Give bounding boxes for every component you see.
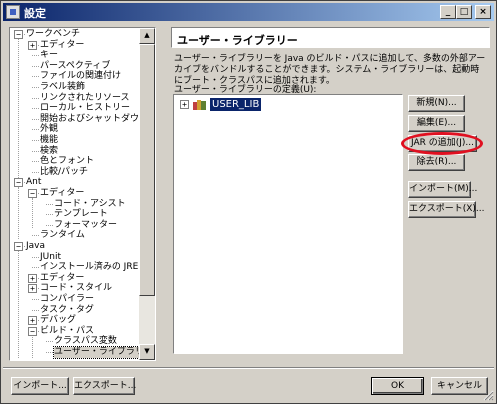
tree-node[interactable]: Ant <box>26 177 41 188</box>
preferences-tree[interactable]: ワークベンチ − エディター + キー パースペクティブ ファイルの関連付け ラベル装飾 リンク… <box>9 27 156 361</box>
tree-connector <box>32 256 39 258</box>
tree-guide <box>18 250 19 358</box>
title-bar[interactable]: 設定 _ □ × <box>3 3 494 21</box>
close-button[interactable]: × <box>475 5 491 19</box>
tree-node[interactable]: デバッグ <box>40 315 76 326</box>
tree-connector <box>46 214 53 216</box>
tree-node[interactable]: ローカル・ヒストリー <box>40 103 130 114</box>
tree-node[interactable]: 色とフォント <box>40 156 94 167</box>
scroll-up-button[interactable]: ▲ <box>139 28 155 44</box>
user-library-list[interactable]: + USER_LIB <box>173 94 403 354</box>
expand-icon[interactable]: + <box>180 100 189 109</box>
tree-node[interactable]: エディター <box>40 40 84 51</box>
tree-node[interactable]: コンパイラー <box>40 294 94 305</box>
cancel-button[interactable]: キャンセル <box>431 377 488 395</box>
library-icon <box>193 99 207 110</box>
preferences-window: 設定 _ □ × ワークベンチ − エディター + キー パースペクティブ ファイルの関連付… <box>0 0 497 404</box>
tree-connector <box>32 161 39 163</box>
tree-node[interactable]: ラベル装飾 <box>40 82 85 93</box>
tree-guide <box>18 187 19 239</box>
tree-node[interactable]: JUnit <box>40 252 61 263</box>
tree-connector <box>32 140 39 141</box>
collapse-icon[interactable]: − <box>14 242 23 251</box>
tree-connector <box>32 235 39 237</box>
window-title: 設定 <box>24 7 46 20</box>
tree-node[interactable]: エディター <box>40 188 84 199</box>
tree-guide <box>18 37 19 178</box>
collapse-icon[interactable]: − <box>28 189 37 198</box>
edit-button[interactable]: 編集(E)... <box>408 115 465 132</box>
window-icon <box>6 5 20 19</box>
tree-guide <box>32 335 33 358</box>
expand-icon[interactable]: + <box>28 316 37 326</box>
tree-connector <box>46 341 53 343</box>
footer-separator <box>3 367 494 369</box>
tree-node[interactable]: キー <box>40 50 58 61</box>
page-title: ユーザー・ライブラリー <box>177 34 298 47</box>
collapse-icon[interactable]: − <box>14 178 23 188</box>
tree-connector <box>32 108 39 110</box>
expand-icon[interactable]: + <box>28 40 37 50</box>
tree-node[interactable]: ランタイム <box>40 230 85 241</box>
minimize-button[interactable]: _ <box>440 5 456 19</box>
tree-connector <box>32 171 39 173</box>
tree-scrollbar[interactable]: ▲ ▼ <box>139 28 155 360</box>
tree-node[interactable]: コード・スタイル <box>40 283 112 294</box>
tree-node[interactable]: ファイルの関連付け <box>40 71 121 82</box>
tree-node[interactable]: 機能 <box>40 135 58 146</box>
library-name[interactable]: USER_LIB <box>210 98 262 111</box>
tree-connector <box>32 267 39 269</box>
add-jar-button[interactable]: JAR の追加(J)... <box>408 135 477 152</box>
tree-node[interactable]: Java <box>26 241 45 252</box>
tree-connector <box>32 55 39 57</box>
tree-connector <box>32 97 39 99</box>
tree-node[interactable]: インストール済みの JRE <box>40 262 138 273</box>
tree-connector <box>32 65 39 67</box>
tree-connector <box>32 299 39 300</box>
tree-connector <box>46 203 53 205</box>
tree-connector <box>32 129 39 131</box>
collapse-icon[interactable]: − <box>14 30 23 39</box>
collapse-icon[interactable]: − <box>28 326 37 336</box>
tree-node[interactable]: 比較/パッチ <box>40 167 88 178</box>
maximize-button[interactable]: □ <box>456 5 472 19</box>
new-button[interactable]: 新規(N)... <box>408 95 465 112</box>
tree-content: ワークベンチ − エディター + キー パースペクティブ ファイルの関連付け ラベル装飾 リンク… <box>10 28 141 360</box>
tree-node[interactable]: リンクされたリソース <box>40 93 130 104</box>
tree-connector <box>46 224 53 226</box>
remove-button[interactable]: 除去(R)... <box>408 154 465 171</box>
import-preferences-button[interactable]: インポート... <box>11 377 69 395</box>
export-library-button[interactable]: エクスポート(X)... <box>408 201 485 218</box>
tree-node[interactable]: コード・アシスト <box>54 199 126 210</box>
tree-connector <box>32 309 39 311</box>
tree-connector <box>32 76 39 78</box>
tree-node[interactable]: ユーザー・ライブラリー <box>53 346 141 359</box>
tree-node[interactable]: テンプレート <box>54 209 108 220</box>
tree-connector <box>46 352 53 353</box>
export-preferences-button[interactable]: エクスポート... <box>73 377 136 395</box>
tree-guide <box>32 198 33 228</box>
tree-connector <box>32 87 39 88</box>
resize-grip-icon[interactable] <box>482 389 494 401</box>
tree-connector <box>32 150 39 152</box>
expand-icon[interactable]: + <box>28 273 37 283</box>
scroll-down-button[interactable]: ▼ <box>139 344 155 360</box>
tree-node[interactable]: 外観 <box>40 124 58 135</box>
tree-node[interactable]: タスク・タグ <box>40 305 94 316</box>
tree-node[interactable]: ワークベンチ <box>26 29 80 40</box>
tree-node[interactable]: クラスパス変数 <box>54 336 117 347</box>
expand-icon[interactable]: + <box>28 284 37 294</box>
ok-button[interactable]: OK <box>371 377 424 395</box>
tree-node[interactable]: 検索 <box>40 146 58 157</box>
tree-connector <box>32 118 39 120</box>
import-library-button[interactable]: インポート(M)... <box>408 181 477 198</box>
scroll-thumb[interactable] <box>139 44 155 296</box>
page-heading: ユーザー・ライブラリー <box>171 27 490 48</box>
